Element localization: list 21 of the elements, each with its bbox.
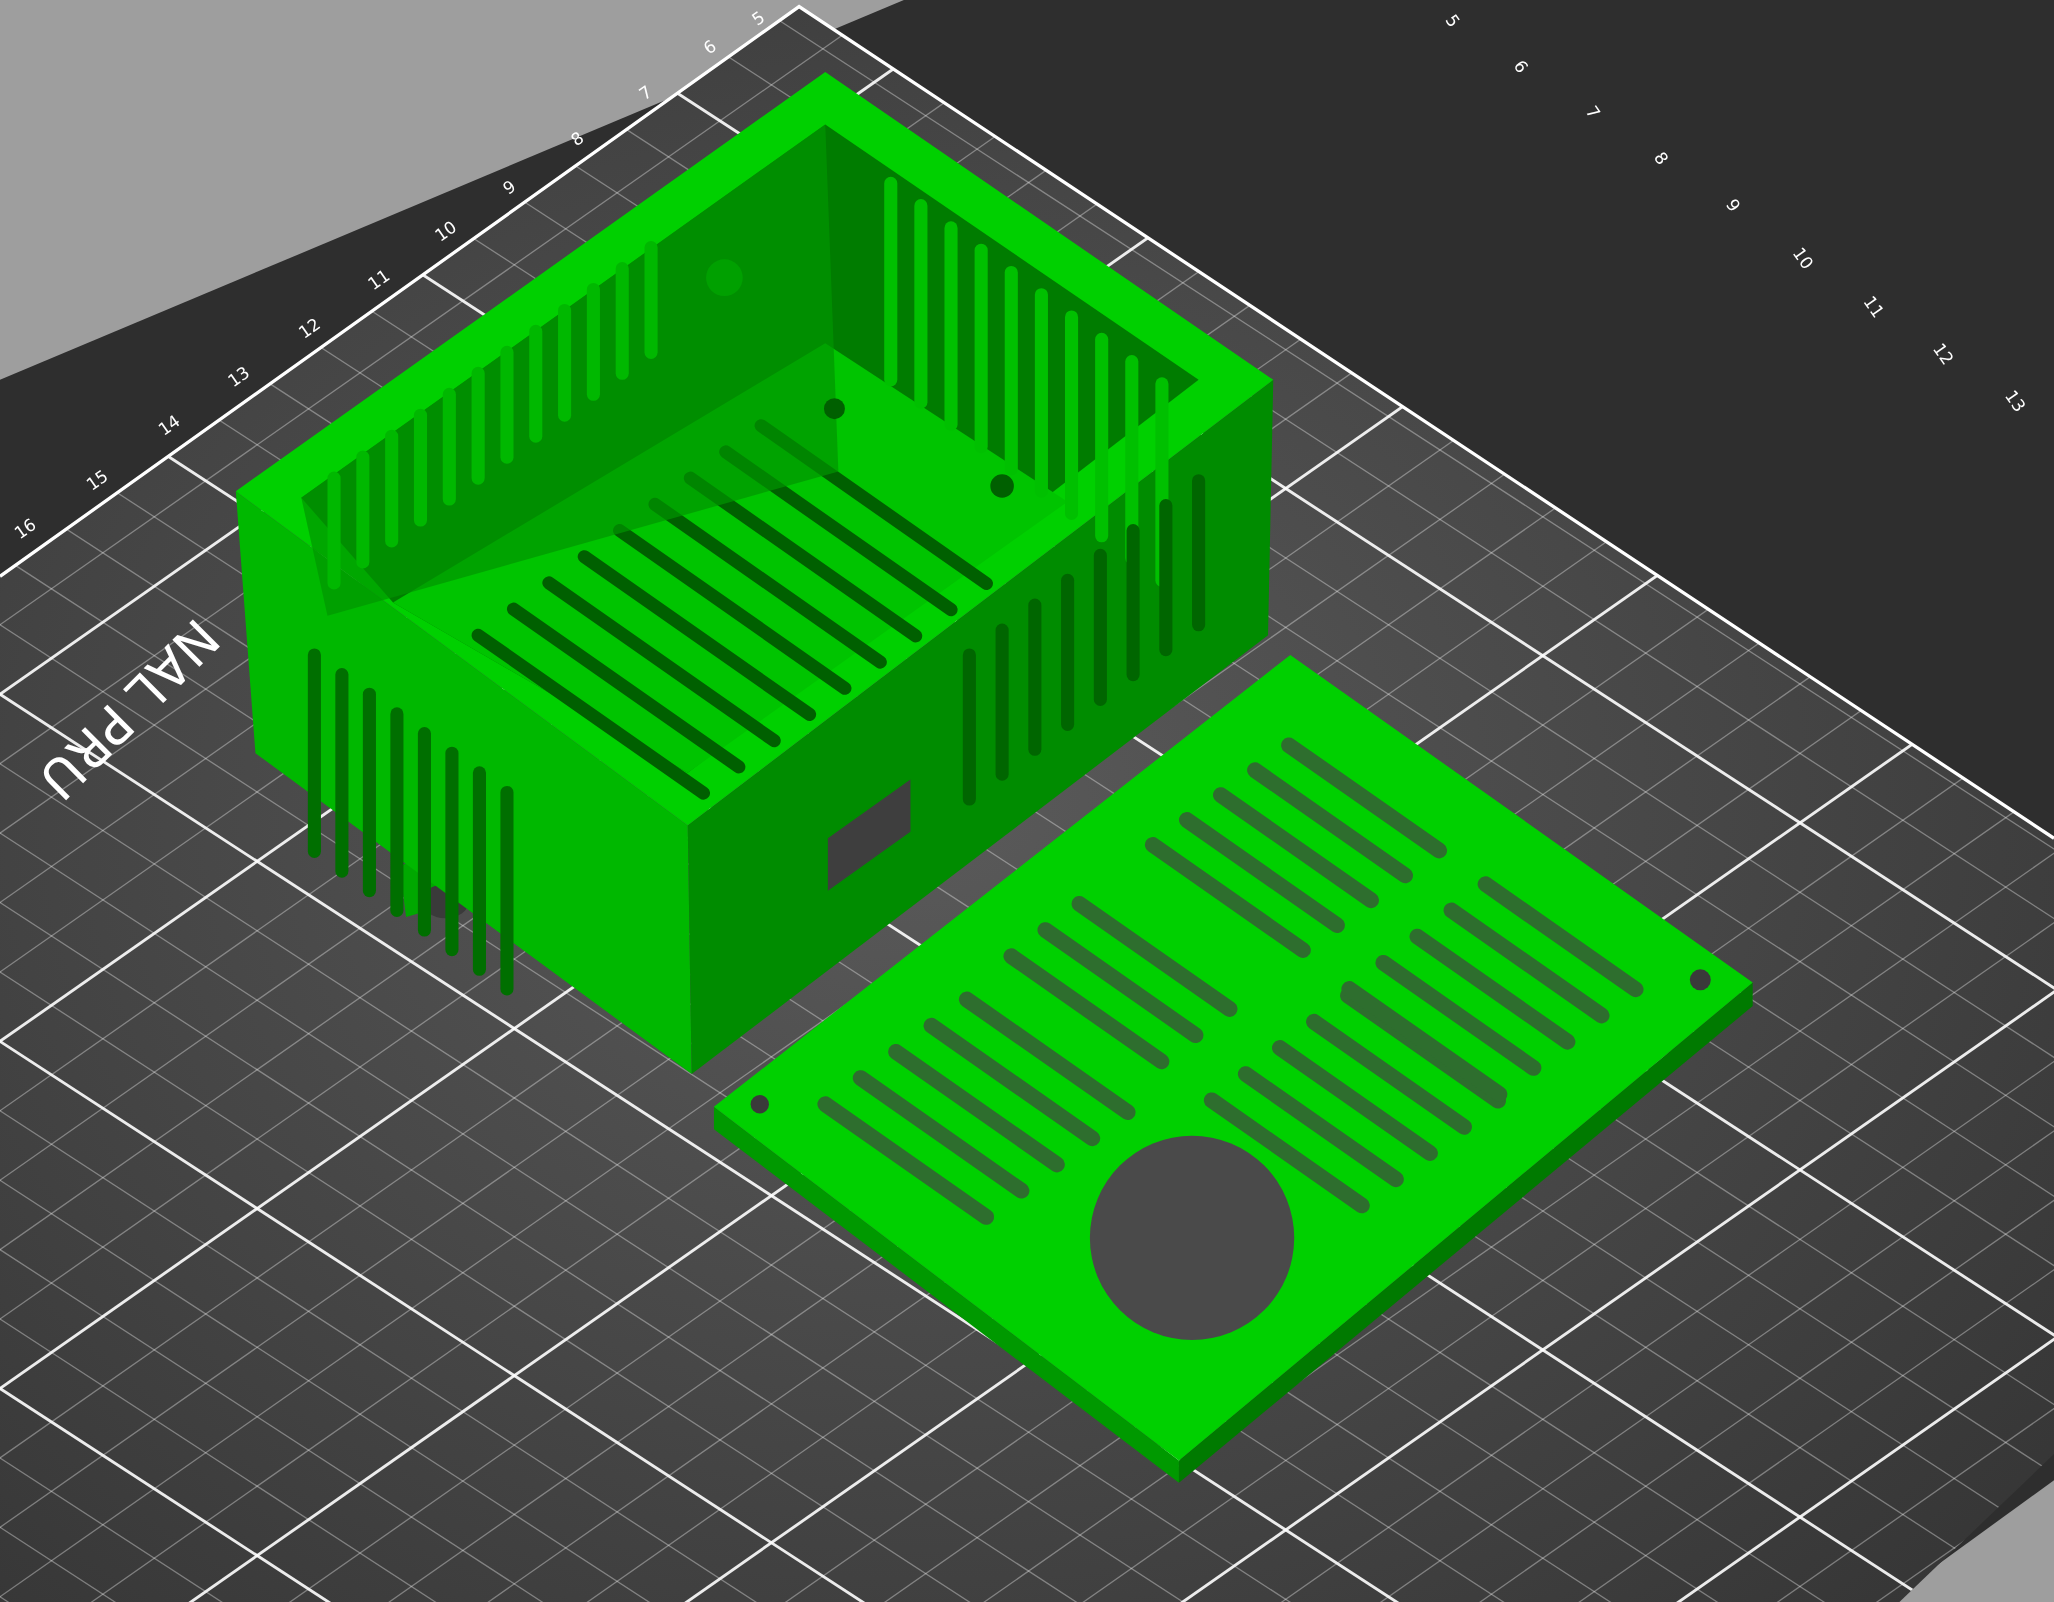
ruler-label: 13: [2000, 386, 2030, 416]
ruler-label: 5: [1441, 10, 1465, 31]
ruler-label: 12: [294, 313, 324, 343]
ruler-label: 5: [747, 6, 769, 30]
ruler-label: 14: [154, 410, 184, 440]
ruler-label: 8: [1649, 148, 1673, 169]
ruler-label: 10: [430, 216, 461, 246]
ruler-label: 16: [10, 514, 40, 543]
ruler-label: 15: [82, 465, 112, 495]
ruler-label: 6: [699, 35, 720, 59]
ruler-label: 11: [364, 265, 394, 295]
ruler-label: 10: [1788, 243, 1818, 273]
ruler-label: 7: [1581, 102, 1605, 123]
ruler-label: 12: [1928, 339, 1958, 369]
ruler-label: 9: [499, 175, 520, 199]
ruler-label: 7: [635, 81, 656, 105]
ruler-label: 6: [1509, 56, 1533, 77]
ruler-label: 11: [1859, 292, 1889, 322]
ruler-label: 13: [224, 362, 254, 391]
ruler-label: 8: [567, 127, 588, 150]
ruler-label: 9: [1721, 195, 1745, 216]
